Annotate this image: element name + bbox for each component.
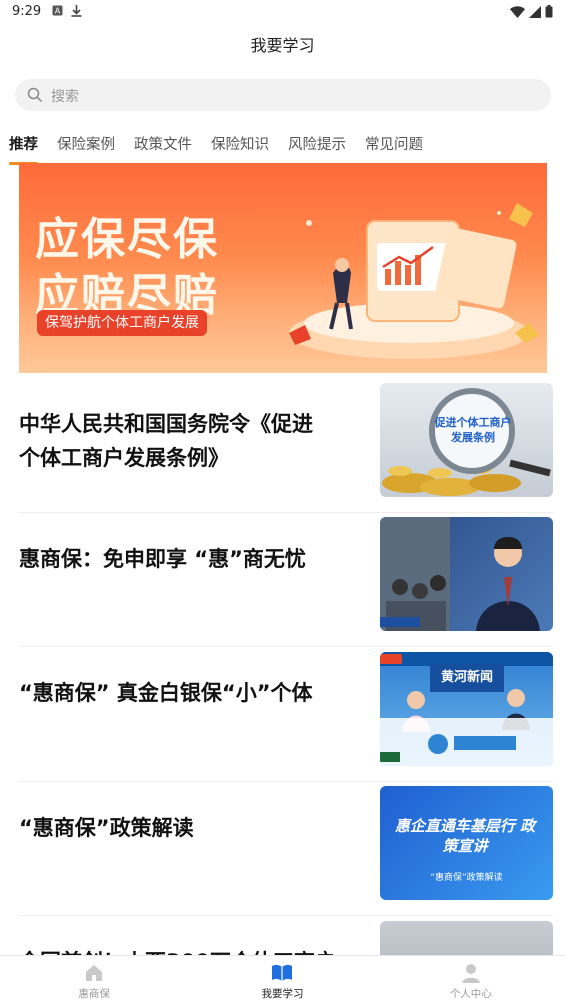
- battery-icon: [545, 5, 553, 18]
- list-item[interactable]: 中华人民共和国国务院令《促进个体工商户发展条例》 促进个体工商户发展条例: [19, 378, 553, 513]
- article-thumbnail: 黄河新闻: [380, 652, 553, 766]
- status-time: 9:29: [12, 4, 42, 19]
- article-title: 惠商保：免申即享 “惠”商无忧: [19, 547, 306, 571]
- tab-insurance-cases[interactable]: 保险案例: [57, 133, 115, 159]
- signal-icon: [529, 5, 541, 18]
- list-item[interactable]: “惠商保”政策解读 惠企直通车基层行 政策宣讲 “惠商保”政策解读: [19, 781, 553, 916]
- article-title: 中华人民共和国国务院令《促进个体工商户发展条例》: [19, 412, 313, 470]
- search-input[interactable]: 搜索: [15, 79, 551, 111]
- banner-headline-1: 应保尽保: [35, 214, 219, 265]
- thumbnail-caption: 惠企直通车基层行 政策宣讲: [394, 817, 536, 855]
- page-title: 我要学习: [250, 36, 315, 55]
- book-icon: [272, 964, 293, 981]
- search-placeholder: 搜索: [51, 89, 79, 105]
- tab-insurance-knowledge[interactable]: 保险知识: [211, 133, 269, 159]
- nav-label: 我要学习: [261, 988, 304, 1000]
- search-icon: [27, 87, 43, 103]
- nav-home[interactable]: 惠商保: [0, 956, 188, 1004]
- thumbnail-caption: 黄河新闻: [440, 670, 493, 685]
- thumbnail-subcaption: “惠商保”政策解读: [430, 873, 503, 883]
- nav-label: 个人中心: [449, 988, 492, 1000]
- banner-illustration: [289, 203, 539, 359]
- status-system-icons: [510, 5, 553, 18]
- bottom-navigation: 惠商保 我要学习 个人中心: [0, 955, 565, 1004]
- tab-recommended[interactable]: 推荐: [9, 133, 38, 165]
- tab-faq[interactable]: 常见问题: [365, 133, 423, 159]
- tab-risk-alerts[interactable]: 风险提示: [288, 133, 346, 159]
- thumbnail-caption: 促进个体工商户发展条例: [434, 416, 512, 444]
- wifi-icon: [510, 5, 525, 18]
- nav-learn[interactable]: 我要学习: [188, 956, 376, 1004]
- app-notification-icon: A: [52, 5, 63, 16]
- nav-profile[interactable]: 个人中心: [377, 956, 565, 1004]
- status-bar: 9:29 A: [0, 0, 565, 24]
- svg-text:A: A: [55, 7, 61, 16]
- banner-slogan: 保驾护航个体工商户发展: [37, 310, 207, 336]
- list-item[interactable]: “惠商保” 真金白银保“小”个体 黄河新闻: [19, 647, 553, 782]
- article-thumbnail: 促进个体工商户发展条例: [380, 383, 553, 497]
- tab-policy-documents[interactable]: 政策文件: [134, 133, 192, 159]
- article-title: “惠商保”政策解读: [19, 816, 194, 840]
- article-thumbnail: [380, 517, 553, 631]
- promo-banner[interactable]: 应保尽保 应赔尽赔 保驾护航个体工商户发展: [19, 163, 547, 373]
- home-icon: [86, 965, 103, 981]
- article-thumbnail: 惠企直通车基层行 政策宣讲 “惠商保”政策解读: [380, 786, 553, 900]
- status-notification-icons: A: [52, 5, 82, 17]
- person-icon: [461, 964, 480, 983]
- category-tabs: 推荐 保险案例 政策文件 保险知识 风险提示 常见问题: [9, 133, 442, 165]
- nav-label: 惠商保: [78, 988, 110, 1000]
- article-title: “惠商保” 真金白银保“小”个体: [19, 681, 313, 705]
- download-icon: [71, 5, 82, 17]
- screen: 9:29 A 我要学习 搜索 推荐 保险案例 政策文件 保险知识 风险提示 常见…: [0, 0, 565, 1004]
- news-anchor-image: [380, 517, 540, 631]
- list-item[interactable]: 惠商保：免申即享 “惠”商无忧: [19, 512, 553, 647]
